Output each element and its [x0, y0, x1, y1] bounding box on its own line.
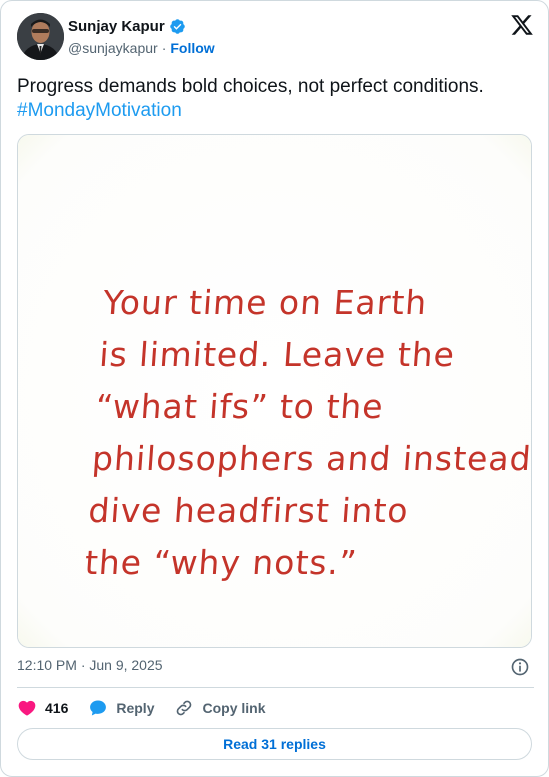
- like-count: 416: [45, 700, 69, 716]
- timestamp[interactable]: 12:10 PM · Jun 9, 2025: [17, 657, 163, 673]
- tweet-meta: 12:10 PM · Jun 9, 2025: [17, 657, 534, 677]
- handwritten-quote: Your time on Earth is limited. Leave the…: [83, 277, 532, 589]
- reply-bubble-icon: [90, 700, 107, 716]
- link-icon: [177, 700, 192, 716]
- reply-label: Reply: [116, 700, 155, 716]
- separator: ·: [161, 40, 167, 56]
- quote-line: philosophers and instead: [90, 439, 532, 478]
- like-button[interactable]: 416: [17, 698, 68, 718]
- heart-icon: [18, 700, 36, 716]
- quote-line: “what ifs” to the: [94, 387, 386, 426]
- quote-line: is limited. Leave the: [98, 335, 457, 374]
- tweet-card: Sunjay Kapur @sunjaykapur · Follow Progr…: [0, 0, 549, 777]
- display-name[interactable]: Sunjay Kapur: [68, 18, 165, 35]
- action-bar: 416 Reply Copy link: [17, 697, 286, 719]
- reply-button[interactable]: Reply: [88, 698, 154, 718]
- tweet-media-image[interactable]: Your time on Earth is limited. Leave the…: [17, 134, 532, 648]
- x-logo-icon[interactable]: [510, 13, 534, 37]
- tweet-header: Sunjay Kapur @sunjaykapur · Follow: [17, 13, 534, 61]
- handle[interactable]: @sunjaykapur: [68, 40, 158, 56]
- name-row: Sunjay Kapur: [68, 18, 186, 35]
- quote-line: Your time on Earth: [101, 283, 429, 322]
- avatar[interactable]: [17, 13, 64, 60]
- tweet-text: Progress demands bold choices, not perfe…: [17, 75, 534, 123]
- read-replies-button[interactable]: Read 31 replies: [17, 728, 532, 760]
- copy-link-label: Copy link: [202, 700, 266, 716]
- copy-link-button[interactable]: Copy link: [174, 698, 266, 718]
- quote-line: the “why nots.”: [83, 543, 359, 582]
- info-icon[interactable]: [510, 657, 530, 677]
- divider: [17, 687, 534, 688]
- follow-button[interactable]: Follow: [170, 40, 214, 56]
- handle-row: @sunjaykapur · Follow: [68, 40, 215, 56]
- verified-badge-icon: [169, 18, 186, 35]
- hashtag-link[interactable]: #MondayMotivation: [17, 99, 534, 123]
- tweet-body: Progress demands bold choices, not perfe…: [17, 76, 484, 97]
- quote-line: dive headfirst into: [87, 491, 410, 530]
